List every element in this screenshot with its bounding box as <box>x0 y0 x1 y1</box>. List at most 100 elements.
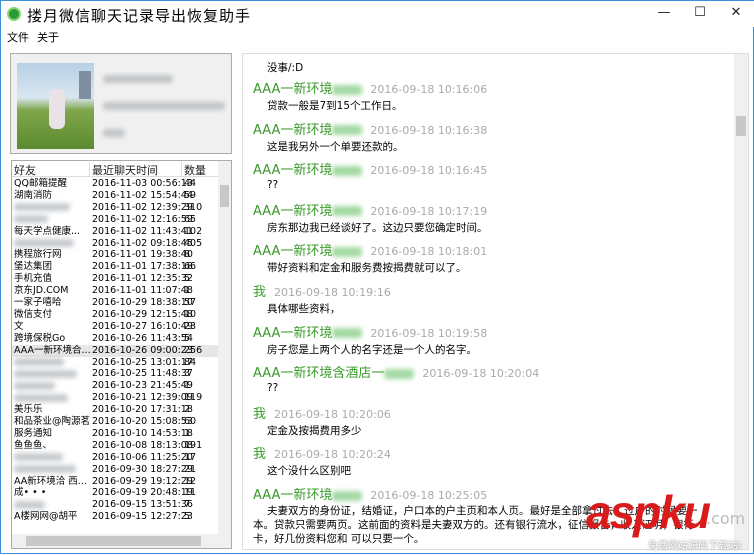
friend-row[interactable]: 堡达集团 2016-11-01 17:38:18 66 <box>12 261 219 273</box>
sender-name: AAA一新环境 <box>253 82 333 97</box>
friend-message-count: 59 <box>184 189 197 201</box>
friend-row[interactable]: 2016-11-02 12:39:29 310 <box>12 202 219 214</box>
friend-last-time: 2016-10-06 11:25:20 <box>92 451 193 463</box>
menu-about[interactable]: 关于 <box>37 29 59 45</box>
friend-row[interactable]: 2016-10-25 13:01:17 84 <box>12 357 219 369</box>
scrollbar-thumb[interactable] <box>26 536 201 546</box>
scrollbar-thumb[interactable] <box>736 116 746 136</box>
column-header-count[interactable]: 数量 <box>182 162 219 177</box>
friend-row[interactable]: A楼网网@胡平 2016-09-15 12:27:23 5 <box>12 511 219 523</box>
message-sender: AAA一新环境 2016-09-18 10:25:05 <box>253 484 487 503</box>
friend-name: 成• • • <box>14 487 47 499</box>
friend-message-count: 44 <box>184 178 197 189</box>
vertical-scrollbar[interactable] <box>218 161 231 534</box>
friend-row[interactable]: 携程旅行网 2016-11-01 19:38:40 8 <box>12 249 219 261</box>
blurred-name <box>384 368 415 379</box>
friend-row[interactable]: 手机充值 2016-11-01 12:35:32 5 <box>12 273 219 285</box>
maximize-button[interactable]: ☐ <box>685 3 715 23</box>
friend-row[interactable]: AA新环境洽 西... 2016-09-29 19:12:29 12 <box>12 476 219 488</box>
message-text: 定金及按揭费用多少 <box>267 424 362 437</box>
friend-row[interactable]: 服务通知 2016-10-10 14:53:18 1 <box>12 428 219 440</box>
friend-row[interactable]: 文 2016-10-27 16:10:49 23 <box>12 321 219 333</box>
friend-row[interactable]: 湖南消防 2016-11-02 15:54:44 59 <box>12 190 219 202</box>
friend-message-count: 11 <box>184 487 197 499</box>
friend-row[interactable]: 微信支付 2016-10-29 12:15:48 10 <box>12 309 219 321</box>
friend-row[interactable]: 和品茶业@陶源茗 2016-10-20 15:08:53 60 <box>12 416 219 428</box>
message-text: 这是我另外一个单要还款的。 <box>267 140 404 153</box>
friend-message-count: 1 <box>184 380 191 392</box>
watermark-subtitle: 免费网站源码下载站! <box>648 541 743 552</box>
sender-name: AAA一新环境含酒店一 <box>253 366 385 382</box>
message-timestamp: 2016-09-18 10:16:45 <box>370 164 488 178</box>
friend-row[interactable]: 2016-10-06 11:25:20 17 <box>12 452 219 464</box>
message-sender: 我 2016-09-18 10:19:16 <box>253 281 391 300</box>
friend-row[interactable]: 成• • • 2016-09-19 20:48:19 11 <box>12 487 219 499</box>
friend-row[interactable]: 京东JD.COM 2016-11-01 11:07:48 1 <box>12 285 219 297</box>
blurred-name <box>332 246 363 257</box>
profile-line-blurred <box>103 72 173 85</box>
friend-name: AAA一新环境合... <box>14 344 91 356</box>
message-timestamp: 2016-09-18 10:19:58 <box>370 326 488 340</box>
friend-name: 文 <box>14 320 24 332</box>
friend-row[interactable]: QQ邮箱提醒 2016-11-03 00:56:13 44 <box>12 178 219 190</box>
friend-message-count: 3 <box>184 368 191 380</box>
message-text: 没事/:D <box>267 62 304 74</box>
friend-last-time: 2016-11-02 09:18:45 <box>92 237 193 249</box>
friend-name: 堡达集团 <box>14 261 53 273</box>
friend-row[interactable]: 2016-09-15 13:51:36 7 <box>12 499 219 511</box>
friend-row[interactable]: 跨境保税Go 2016-10-26 11:43:54 5 <box>12 333 219 345</box>
message-timestamp: 2016-09-18 10:20:06 <box>274 407 391 421</box>
friend-last-time: 2016-09-29 19:12:29 <box>92 475 193 487</box>
friend-last-time: 2016-10-27 16:10:49 <box>92 320 193 332</box>
friend-row[interactable]: 2016-11-02 09:18:45 405 <box>12 238 219 250</box>
friend-last-time: 2016-11-02 12:16:59 <box>92 213 193 225</box>
friend-last-time: 2016-10-29 12:15:48 <box>92 308 193 320</box>
friend-row[interactable]: AAA一新环境合... 2016-10-26 09:00:23 256 <box>12 344 219 357</box>
friend-message-count: 7 <box>184 499 191 511</box>
friend-last-time: 2016-10-26 11:43:54 <box>92 332 193 344</box>
column-header-friend[interactable]: 好友 <box>12 162 90 177</box>
message-sender: 我 2016-09-18 10:20:06 <box>253 403 391 422</box>
friend-message-count: 10 <box>184 308 197 320</box>
friend-message-count: 1 <box>184 285 191 297</box>
message-timestamp: 2016-09-18 10:20:24 <box>274 448 391 462</box>
friend-last-time: 2016-10-25 11:48:37 <box>92 368 193 380</box>
friend-message-count: 57 <box>184 297 197 308</box>
friend-row[interactable]: 2016-09-30 18:27:29 21 <box>12 464 219 476</box>
friend-last-time: 2016-10-20 15:08:53 <box>92 416 193 427</box>
sender-name: AAA一新环境 <box>253 244 333 260</box>
friend-row[interactable]: 2016-11-02 12:16:59 65 <box>12 214 219 226</box>
friend-message-count: 1 <box>184 427 191 439</box>
friend-last-time: 2016-09-15 13:51:36 <box>92 499 193 511</box>
message-timestamp: 2016-09-18 10:17:19 <box>370 204 488 218</box>
sender-name: 我 <box>253 406 267 422</box>
column-header-last-time[interactable]: 最近聊天时间 <box>90 162 182 177</box>
friend-row[interactable]: 2016-10-23 21:45:49 1 <box>12 380 219 392</box>
blurred-name <box>332 165 363 176</box>
sender-name: AAA一新环境 <box>253 122 333 138</box>
friend-row[interactable]: 2016-10-25 11:48:37 3 <box>12 368 219 380</box>
friend-row[interactable]: 美乐乐 2016-10-20 17:31:18 2 <box>12 404 219 416</box>
friend-last-time: 2016-11-02 15:54:44 <box>92 189 193 201</box>
minimize-button[interactable]: — <box>649 3 679 23</box>
friend-message-count: 84 <box>184 356 197 368</box>
friend-row[interactable]: 一家子嘻哈 2016-10-29 18:38:10 57 <box>12 297 219 309</box>
sender-name: 我 <box>253 447 267 463</box>
friend-row[interactable]: 鱼鱼鱼、 2016-10-08 18:13:08 191 <box>12 440 219 452</box>
message-text: 贷款一般是7到15个工作日。 <box>267 100 403 112</box>
friend-row[interactable]: 2016-10-21 12:39:09 119 <box>12 392 219 404</box>
friend-message-count: 60 <box>184 416 197 427</box>
chat-scrollbar[interactable] <box>734 54 748 549</box>
horizontal-scrollbar[interactable] <box>12 534 231 548</box>
friend-last-time: 2016-11-02 11:43:41 <box>92 225 193 237</box>
friend-row[interactable]: 每天学点健康... 2016-11-02 11:43:41 102 <box>12 226 219 238</box>
close-button[interactable]: ✕ <box>721 3 751 23</box>
menu-file[interactable]: 文件 <box>7 29 29 45</box>
friend-message-count: 23 <box>184 320 197 332</box>
friend-list[interactable]: 好友 最近聊天时间 数量 QQ邮箱提醒 2016-11-03 00:56:13 44… <box>11 160 232 549</box>
scrollbar-thumb[interactable] <box>220 185 229 207</box>
friend-name: 和品茶业@陶源茗 <box>14 416 91 427</box>
friend-last-time: 2016-09-15 12:27:23 <box>92 511 193 523</box>
friend-last-time: 2016-11-02 12:39:29 <box>92 201 193 213</box>
friend-message-count: 66 <box>184 261 197 273</box>
